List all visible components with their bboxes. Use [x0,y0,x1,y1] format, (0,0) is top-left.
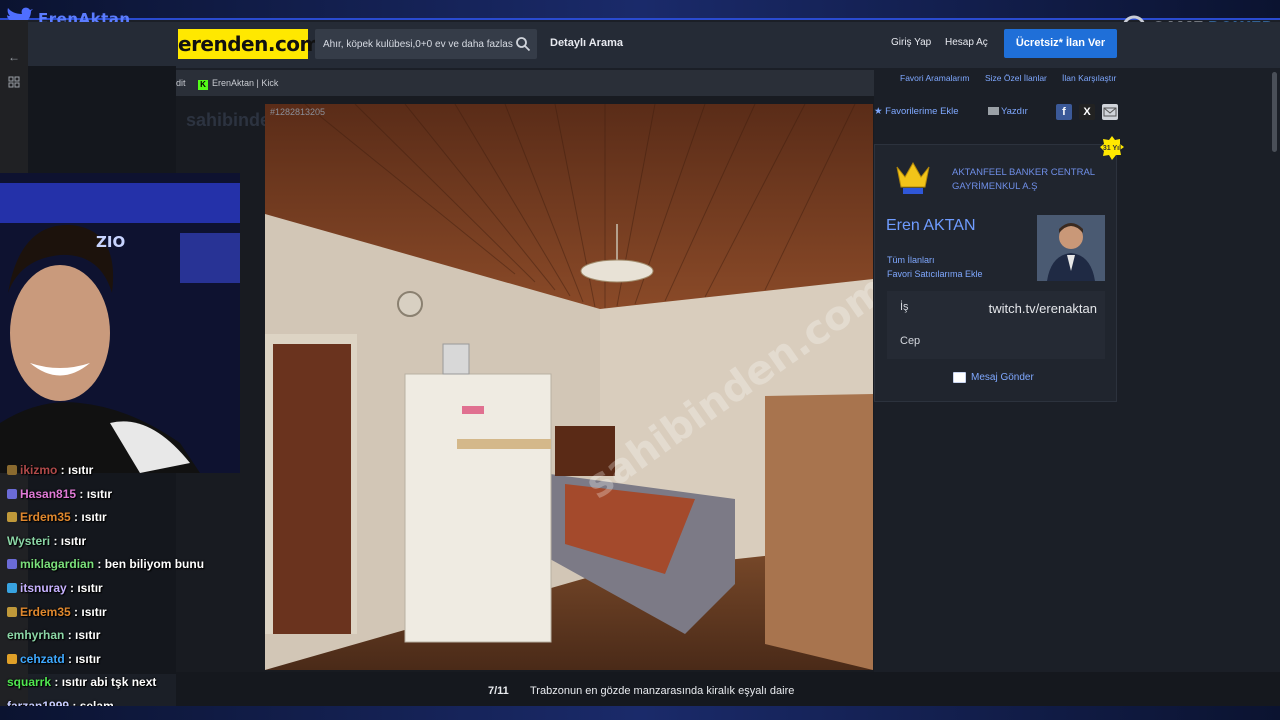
chat-text: : ısıtır [57,463,94,477]
register-link[interactable]: Hesap Aç [945,37,988,48]
site-header: erenden.com Detaylı Arama Giriş Yap Hesa… [28,22,1280,68]
chat-text: : ısıtır [64,628,101,643]
print-button[interactable]: Yazdır [988,106,1028,117]
facebook-icon[interactable]: f [1056,104,1072,120]
send-message-button[interactable]: Mesaj Gönder [953,372,1034,383]
send-message-label: Mesaj Gönder [971,372,1034,383]
chat-badge-icon [7,583,17,593]
agent-name: Eren AKTAN [886,217,976,234]
chat-message: miklagardian : ben biliyom bunu [7,557,204,577]
mail-icon[interactable] [1102,104,1118,120]
listing-photo[interactable]: sahibinden.com [265,104,873,670]
chat-badge-icon [7,606,17,617]
x-icon[interactable]: X [1079,104,1095,120]
years-badge-icon: 31 Yıl [1100,136,1124,160]
bookmark-partial[interactable]: dit [176,78,186,88]
chat-message: Wysteri : ısıtır [7,534,86,554]
mobile-phone-label: Cep [900,335,921,347]
add-favorites-label: Favorilerime Ekle [885,106,959,117]
search-input[interactable] [323,35,513,53]
stream-chat: ikizmo : ısıtır Hasan815 : ısıtır Erdem35 … [4,460,244,720]
special-listings-link[interactable]: Size Özel İlanlar [985,73,1047,83]
listing-actions: ★ Favorilerime Ekle Yazdır f X [874,104,1118,126]
chat-text: : ısıtır abi tşk next [51,675,157,690]
printer-icon [988,107,999,115]
crown-icon [896,161,930,194]
chat-username[interactable]: Wysteri [7,534,50,548]
chat-text: : ısıtır [70,510,107,525]
all-listings-link[interactable]: Tüm İlanları [887,255,935,265]
chat-message: Erdem35 : ısıtır [7,510,107,530]
message-icon [953,372,966,383]
add-favorite-seller-link[interactable]: Favori Satıcılarıma Ekle [887,269,983,279]
chat-username[interactable]: emhyrhan [7,628,64,642]
agent-avatar [1037,215,1105,281]
chat-message: squarrk : ısıtır abi tşk next [7,675,156,695]
work-phone-value: twitch.tv/erenaktan [988,301,1097,316]
print-label: Yazdır [1001,106,1028,117]
chat-username[interactable]: miklagardian [20,557,94,571]
company-name[interactable]: AKTANFEEL BANKER CENTRAL GAYRİMENKUL A.Ş [952,166,1112,194]
page-scrollbar[interactable] [1270,68,1278,672]
chat-text: : ısıtır [76,486,113,501]
streamer-webcam: ZIO [0,173,240,473]
work-phone-label: İş [900,301,909,313]
room-photo-illustration: sahibinden.com [265,104,873,670]
scrollbar-thumb[interactable] [1272,72,1277,152]
chat-badge-icon [7,653,17,664]
chat-username[interactable]: Erdem35 [20,605,71,619]
chat-message: itsnuray : ısıtır [7,581,103,601]
photo-caption: Trabzonun en gözde manzarasında kiralık … [530,685,795,697]
search-box [315,29,537,59]
chat-text: : ben biliyom bunu [94,557,205,572]
detailed-search-link[interactable]: Detaylı Arama [550,37,623,49]
kick-icon: K [198,80,208,90]
bookmark-kick-label: ErenAktan | Kick [212,78,279,88]
favorite-searches-link[interactable]: Favori Aramalarım [900,73,969,83]
chat-message: Erdem35 : ısıtır [7,605,107,625]
back-arrow-icon[interactable]: ← [7,50,21,64]
chat-badge-icon [7,488,17,499]
chat-username[interactable]: Erdem35 [20,510,71,524]
chat-badge-icon [7,559,17,570]
search-icon[interactable] [515,36,531,52]
add-favorites-button[interactable]: ★ Favorilerime Ekle [874,106,959,117]
post-free-ad-button[interactable]: Ücretsiz* İlan Ver [1004,29,1117,58]
years-badge-text: 31 Yıl [1103,145,1121,152]
listing-id: #1282813205 [270,107,326,117]
login-link[interactable]: Giriş Yap [891,37,931,48]
chat-message: ikizmo : ısıtır [7,463,93,483]
bookmark-kick[interactable]: K ErenAktan | Kick [198,78,278,90]
webcam-illustration: ZIO [0,173,240,473]
chat-message: emhyrhan : ısıtır [7,628,100,648]
chat-username[interactable]: itsnuray [20,581,67,595]
chat-text: : ısıtır [66,581,103,595]
site-logo[interactable]: erenden.com [178,29,320,59]
star-icon: ★ [874,106,883,117]
stream-overlay-top [0,0,1280,20]
chat-username[interactable]: squarrk [7,675,51,689]
stream-overlay-bottom [0,706,1280,720]
chat-text: : ısıtır [50,533,87,548]
chat-badge-icon [7,512,17,523]
chat-text: : ısıtır [70,604,107,619]
chat-username[interactable]: ikizmo [20,463,57,477]
webcam-sign-text: ZIO [96,233,125,251]
compare-listings-link[interactable]: İlan Karşılaştır [1062,73,1116,83]
chat-message: Hasan815 : ısıtır [7,487,112,507]
contact-info: İş twitch.tv/erenaktan Cep [887,291,1105,359]
chat-username[interactable]: Hasan815 [20,487,76,501]
bookmarks-bar: dit K ErenAktan | Kick [176,70,874,96]
chat-badge-icon [7,465,17,475]
chat-message: cehzatd : ısıtır [7,652,101,672]
stream-screen: ErenAktan GAMEPOWER ← erenden.com Detayl… [0,0,1280,720]
chat-username[interactable]: cehzatd [20,652,65,666]
listing-info-panel: Favori Aramalarım Size Özel İlanlar İlan… [874,68,1280,672]
photo-counter: 7/11 [488,685,509,697]
grid-icon[interactable] [7,76,21,90]
chat-text: : ısıtır [64,651,101,666]
seller-card: AKTANFEEL BANKER CENTRAL GAYRİMENKUL A.Ş… [874,136,1124,402]
